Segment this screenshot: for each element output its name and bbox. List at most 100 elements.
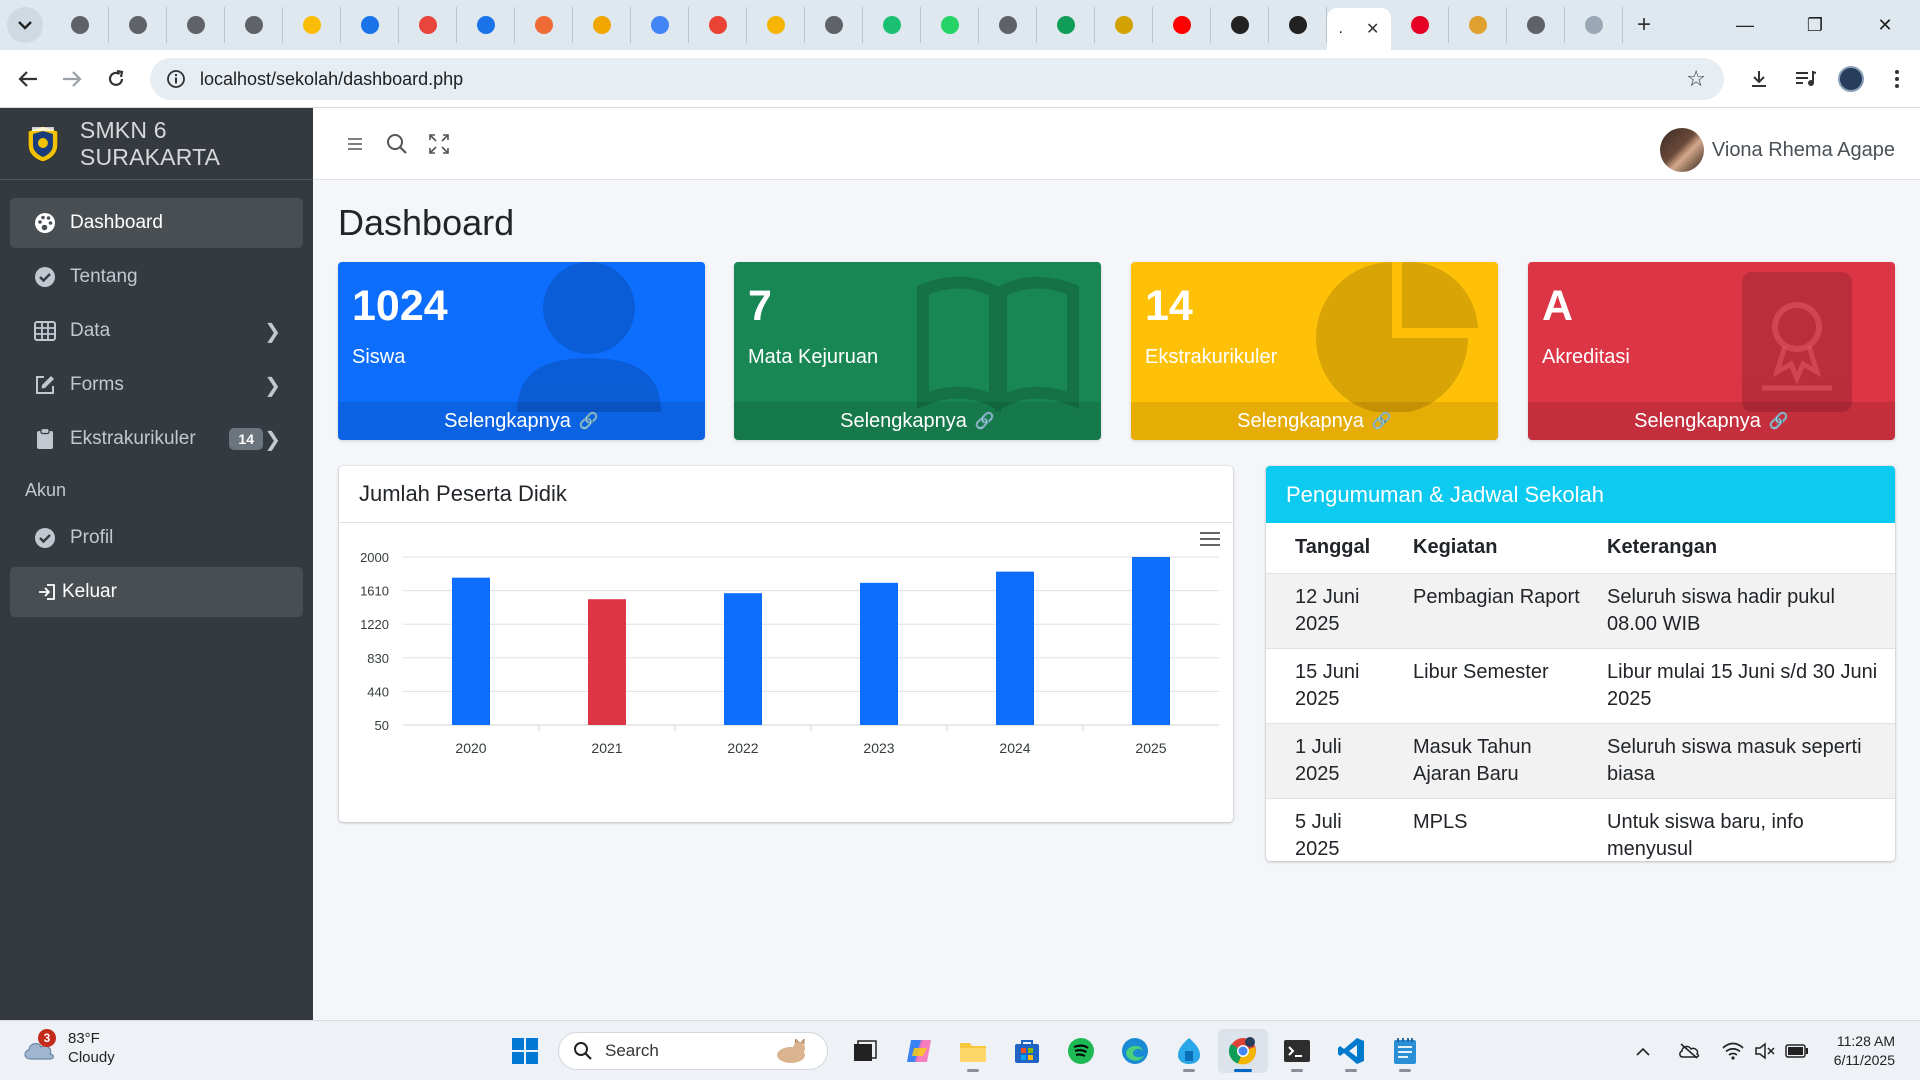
browser-tab[interactable]: [631, 7, 689, 43]
user-menu[interactable]: Viona Rhema Agape: [1659, 128, 1895, 172]
stat-more-link[interactable]: Selengkapnya 🔗: [734, 402, 1101, 440]
battery-icon[interactable]: [1782, 1036, 1812, 1066]
profile-avatar-icon[interactable]: [1828, 58, 1874, 100]
browser-tab[interactable]: [341, 7, 399, 43]
stat-box-siswa: 1024 Siswa Selengkapnya 🔗: [338, 262, 705, 440]
browser-tab[interactable]: [863, 7, 921, 43]
notepad-icon[interactable]: [1380, 1029, 1430, 1073]
browser-tab[interactable]: [805, 7, 863, 43]
copilot-icon[interactable]: [894, 1029, 944, 1073]
hamburger-menu-icon[interactable]: [335, 124, 375, 164]
file-explorer-icon[interactable]: [948, 1029, 998, 1073]
browser-tab[interactable]: [1391, 7, 1449, 43]
browser-tab[interactable]: [1565, 7, 1623, 43]
address-bar[interactable]: localhost/sekolah/dashboard.php ☆: [150, 58, 1724, 100]
active-browser-tab[interactable]: . ✕: [1327, 8, 1391, 50]
stat-more-link[interactable]: Selengkapnya 🔗: [338, 402, 705, 440]
page-title: Dashboard: [338, 202, 515, 243]
chevron-up-icon[interactable]: [1628, 1036, 1658, 1066]
clock[interactable]: 11:28 AM 6/11/2025: [1834, 1032, 1895, 1070]
close-window-button[interactable]: ✕: [1850, 0, 1920, 50]
sidebar-item-profil[interactable]: Profil: [10, 513, 303, 563]
minimize-button[interactable]: —: [1710, 0, 1780, 50]
fullscreen-icon[interactable]: [419, 124, 459, 164]
circle-check-icon: [34, 527, 56, 549]
browser-tab[interactable]: [921, 7, 979, 43]
download-icon[interactable]: [1736, 58, 1782, 100]
stat-more-link[interactable]: Selengkapnya 🔗: [1131, 402, 1498, 440]
site-info-icon[interactable]: [166, 69, 186, 89]
browser-tab[interactable]: [283, 7, 341, 43]
back-button[interactable]: [6, 57, 50, 101]
search-icon[interactable]: [377, 124, 417, 164]
browser-tab[interactable]: [51, 7, 109, 43]
forward-button[interactable]: [50, 57, 94, 101]
browser-tab[interactable]: [225, 7, 283, 43]
browser-tab[interactable]: [573, 7, 631, 43]
chevron-right-icon: ❯: [264, 375, 281, 397]
browser-menu-icon[interactable]: [1874, 58, 1920, 100]
browser-tab[interactable]: [1153, 7, 1211, 43]
restore-button[interactable]: ❐: [1780, 0, 1850, 50]
browser-tab[interactable]: [399, 7, 457, 43]
browser-tab[interactable]: [1507, 7, 1565, 43]
sidebar-item-data[interactable]: Data ❯: [10, 306, 303, 356]
sidebar-item-dashboard[interactable]: Dashboard: [10, 198, 303, 248]
browser-tab[interactable]: [689, 7, 747, 43]
favicon-icon: [476, 16, 495, 34]
reload-button[interactable]: [94, 57, 138, 101]
stat-more-link[interactable]: Selengkapnya 🔗: [1528, 402, 1895, 440]
clipboard-icon: [34, 428, 56, 450]
volume-muted-icon[interactable]: [1750, 1036, 1780, 1066]
weather-widget[interactable]: 3 83°F Cloudy: [22, 1029, 115, 1067]
y-tick-label: 830: [367, 651, 389, 666]
taskbar-search-box[interactable]: Search: [558, 1032, 828, 1070]
cloud-offline-icon[interactable]: [1674, 1036, 1704, 1066]
terminal-icon[interactable]: [1272, 1029, 1322, 1073]
sidebar-item-tentang[interactable]: Tentang: [10, 252, 303, 302]
tab-search-dropdown-button[interactable]: [7, 7, 43, 43]
chart-card-title: Jumlah Peserta Didik: [339, 466, 1233, 523]
favicon-icon: [1288, 16, 1307, 34]
browser-tab[interactable]: [515, 7, 573, 43]
menu-header-akun: Akun: [25, 480, 67, 500]
stat-label: Mata Kejuruan: [748, 346, 879, 368]
browser-tab[interactable]: [1037, 7, 1095, 43]
bar: [860, 582, 898, 725]
browser-tab[interactable]: [1095, 7, 1153, 43]
browser-tab[interactable]: [1449, 7, 1507, 43]
sidebar-item-label: Profil: [70, 527, 114, 548]
x-tick-label: 2021: [591, 740, 622, 756]
clock-time: 11:28 AM: [1836, 1033, 1895, 1049]
close-tab-icon[interactable]: ✕: [1366, 19, 1379, 39]
browser-tab[interactable]: [109, 7, 167, 43]
app-droplet-icon[interactable]: [1164, 1029, 1214, 1073]
edge-browser-icon[interactable]: [1110, 1029, 1160, 1073]
browser-tab[interactable]: [1211, 7, 1269, 43]
brand[interactable]: SMKN 6 SURAKARTA: [0, 108, 313, 180]
logout-button[interactable]: Keluar: [10, 567, 303, 617]
sidebar-item-ekstrakurikuler[interactable]: Ekstrakurikuler 14 ❯: [10, 414, 303, 464]
chrome-icon[interactable]: [1218, 1029, 1268, 1073]
bookmark-star-icon[interactable]: ☆: [1686, 66, 1706, 92]
browser-tab[interactable]: [167, 7, 225, 43]
microsoft-store-icon[interactable]: [1002, 1029, 1052, 1073]
browser-tab[interactable]: [457, 7, 515, 43]
x-tick-label: 2020: [455, 740, 486, 756]
browser-tab[interactable]: [1269, 7, 1327, 43]
task-view-icon[interactable]: [840, 1029, 890, 1073]
y-tick-label: 1220: [360, 617, 389, 632]
start-button[interactable]: [500, 1029, 550, 1073]
sidebar-item-forms[interactable]: Forms ❯: [10, 360, 303, 410]
sidebar-item-label: Forms: [70, 374, 124, 395]
browser-tab[interactable]: [747, 7, 805, 43]
vscode-icon[interactable]: [1326, 1029, 1376, 1073]
browser-tab[interactable]: [979, 7, 1037, 43]
new-tab-button[interactable]: +: [1637, 11, 1651, 39]
wifi-icon[interactable]: [1718, 1036, 1748, 1066]
search-placeholder: Search: [605, 1041, 659, 1060]
stat-number: 7: [748, 282, 772, 330]
media-control-icon[interactable]: [1782, 58, 1828, 100]
search-highlight-icon: [777, 1039, 805, 1063]
spotify-icon[interactable]: [1056, 1029, 1106, 1073]
